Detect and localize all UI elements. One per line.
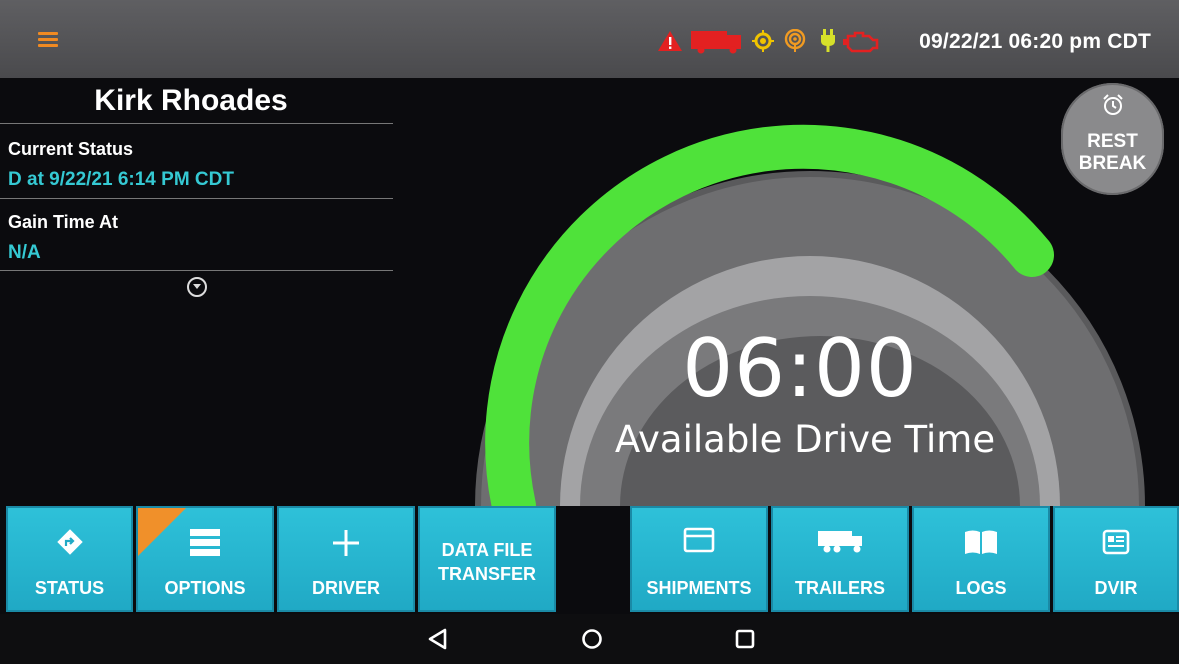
available-drive-time-label: Available Drive Time bbox=[614, 418, 996, 461]
plus-icon bbox=[333, 530, 359, 556]
signal-icon[interactable] bbox=[783, 29, 807, 53]
options-button[interactable]: OPTIONS bbox=[136, 506, 274, 612]
status-button[interactable]: STATUS bbox=[6, 506, 133, 612]
back-icon[interactable] bbox=[427, 627, 449, 651]
dvir-button[interactable]: DVIR bbox=[1053, 506, 1179, 612]
book-icon bbox=[965, 530, 997, 554]
inspection-report-icon bbox=[1102, 529, 1130, 555]
data-file-transfer-label-line2: TRANSFER bbox=[438, 564, 536, 584]
warning-icon[interactable] bbox=[657, 30, 683, 52]
data-file-transfer-button[interactable]: DATA FILE TRANSFER bbox=[418, 506, 556, 612]
shipments-button-label: SHIPMENTS bbox=[646, 578, 752, 598]
rest-break-button[interactable]: REST BREAK bbox=[1061, 83, 1164, 195]
driver-button-label: DRIVER bbox=[311, 578, 380, 598]
list-icon bbox=[190, 529, 220, 556]
truck-icon[interactable] bbox=[687, 28, 745, 54]
trailers-button-label: TRAILERS bbox=[795, 578, 885, 598]
engine-icon[interactable] bbox=[843, 28, 879, 54]
status-button-label: STATUS bbox=[34, 578, 105, 598]
box-icon bbox=[683, 527, 715, 553]
status-bar: 09/22/21 06:20 pm CDT bbox=[0, 0, 1179, 78]
notification-flag bbox=[138, 508, 186, 556]
data-file-transfer-label-line1: DATA FILE bbox=[441, 540, 533, 560]
rest-break-label-line1: REST bbox=[1087, 131, 1138, 152]
options-button-label: OPTIONS bbox=[164, 578, 246, 598]
trailer-icon bbox=[818, 531, 862, 553]
menu-icon[interactable] bbox=[38, 32, 58, 48]
direction-sign-icon bbox=[56, 529, 83, 555]
gps-icon[interactable] bbox=[752, 30, 774, 52]
alarm-clock-icon bbox=[1103, 94, 1123, 115]
power-icon[interactable] bbox=[820, 29, 836, 53]
rest-break-label-line2: BREAK bbox=[1078, 153, 1147, 174]
available-drive-time-value: 06:00 bbox=[682, 322, 918, 415]
system-navigation-bar bbox=[0, 614, 1179, 664]
recents-icon[interactable] bbox=[733, 627, 757, 651]
home-icon[interactable] bbox=[580, 627, 604, 651]
logs-button[interactable]: LOGS bbox=[912, 506, 1050, 612]
dvir-button-label: DVIR bbox=[1094, 578, 1138, 598]
trailers-button[interactable]: TRAILERS bbox=[771, 506, 909, 612]
logs-button-label: LOGS bbox=[955, 578, 1007, 598]
current-datetime: 09/22/21 06:20 pm CDT bbox=[919, 30, 1151, 53]
driver-button[interactable]: DRIVER bbox=[277, 506, 415, 612]
shipments-button[interactable]: SHIPMENTS bbox=[630, 506, 768, 612]
